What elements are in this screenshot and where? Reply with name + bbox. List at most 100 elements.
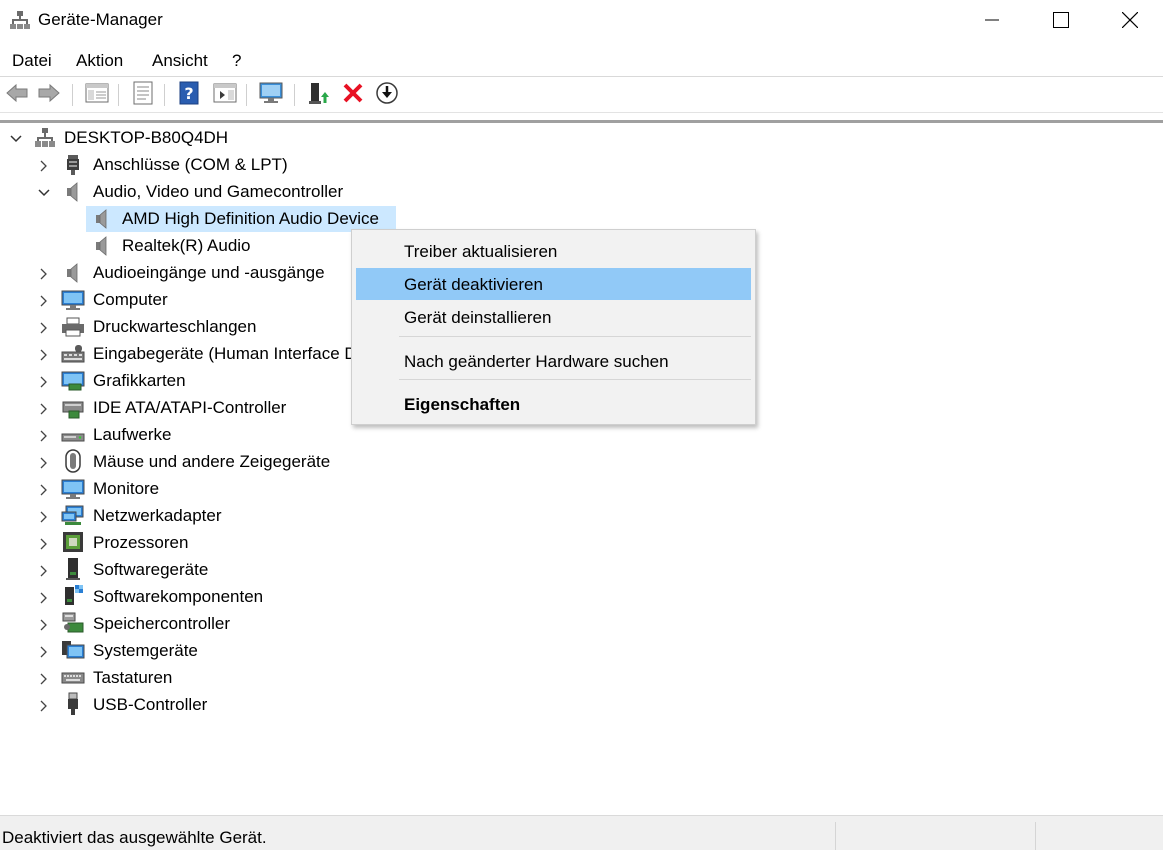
chevron-right-icon[interactable] (38, 295, 50, 307)
tree-category-label: Computer (93, 290, 168, 309)
tree-category-mice[interactable]: Mäuse und andere Zeigegeräte (0, 449, 360, 476)
chevron-right-icon[interactable] (38, 511, 50, 523)
chevron-right-icon[interactable] (38, 160, 50, 172)
action-pane-button[interactable] (212, 82, 238, 108)
tree-category-ide[interactable]: IDE ATA/ATAPI-Controller (0, 395, 300, 422)
chevron-right-icon[interactable] (38, 349, 50, 361)
tree-category-computer[interactable]: Computer (0, 287, 200, 314)
forward-button[interactable] (36, 82, 62, 108)
tree-category-hid[interactable]: Eingabegeräte (Human Interface D (0, 341, 351, 368)
chevron-right-icon[interactable] (38, 619, 50, 631)
chevron-down-icon[interactable] (10, 133, 22, 145)
chevron-right-icon[interactable] (38, 565, 50, 577)
close-button[interactable] (1096, 0, 1163, 40)
tree-category-software-components[interactable]: Softwarekomponenten (0, 584, 300, 611)
back-arrow-icon (5, 83, 29, 108)
content-border (0, 120, 1163, 123)
tree-root-label: DESKTOP-B80Q4DH (64, 128, 229, 147)
tree-category-label: IDE ATA/ATAPI-Controller (93, 398, 287, 417)
toolbar-separator (164, 84, 165, 106)
chevron-right-icon[interactable] (38, 376, 50, 388)
chevron-right-icon[interactable] (38, 673, 50, 685)
console-tree-icon (85, 82, 109, 109)
menu-help[interactable]: ? (232, 51, 241, 71)
chevron-right-icon[interactable] (38, 538, 50, 550)
tree-category-keyboards[interactable]: Tastaturen (0, 665, 200, 692)
show-hide-console-tree-button[interactable] (84, 82, 110, 108)
chevron-right-icon[interactable] (38, 322, 50, 334)
chevron-right-icon[interactable] (38, 484, 50, 496)
ctx-separator (399, 336, 751, 337)
red-x-icon (342, 82, 364, 109)
mouse-icon (61, 449, 85, 473)
speaker-icon (90, 208, 114, 230)
menu-ansicht[interactable]: Ansicht (152, 51, 208, 71)
menu-bar: Datei Aktion Ansicht ? (0, 46, 1163, 74)
tree-category-drives[interactable]: Laufwerke (0, 422, 200, 449)
tree-category-label: Laufwerke (93, 425, 172, 444)
help-icon: ? (178, 81, 200, 110)
tree-device-realtek-audio[interactable]: Realtek(R) Audio (86, 233, 336, 260)
maximize-button[interactable] (1027, 0, 1095, 40)
tree-category-label: Tastaturen (93, 668, 173, 687)
toolbar-divider (0, 76, 1163, 77)
chevron-right-icon[interactable] (38, 700, 50, 712)
chevron-right-icon[interactable] (38, 403, 50, 415)
ctx-scan-hardware[interactable]: Nach geänderter Hardware suchen (356, 345, 751, 377)
update-driver-button[interactable] (306, 82, 332, 108)
tree-category-anschluesse[interactable]: Anschlüsse (COM & LPT) (0, 152, 340, 179)
properties-button[interactable] (130, 81, 156, 108)
uninstall-device-button[interactable] (340, 82, 366, 108)
port-icon (61, 154, 85, 176)
status-bar: Deaktiviert das ausgewählte Gerät. (0, 815, 1163, 850)
action-pane-icon (213, 82, 237, 109)
tree-category-print-queues[interactable]: Druckwarteschlangen (0, 314, 300, 341)
monitor-icon (61, 478, 85, 500)
tree-category-label: Eingabegeräte (Human Interface D (93, 344, 351, 363)
tree-category-software-devices[interactable]: Softwaregeräte (0, 557, 240, 584)
drive-icon (61, 424, 85, 446)
tree-category-processors[interactable]: Prozessoren (0, 530, 220, 557)
tree-category-audio-video[interactable]: Audio, Video und Gamecontroller (0, 179, 360, 206)
toolbar: ? (0, 78, 1163, 112)
ide-controller-icon (61, 397, 85, 419)
tree-category-audio-io[interactable]: Audioeingänge und -ausgänge (0, 260, 350, 287)
status-divider (835, 822, 836, 850)
tree-category-system-devices[interactable]: Systemgeräte (0, 638, 230, 665)
speaker-icon (61, 262, 85, 284)
ctx-item-label: Treiber aktualisieren (404, 242, 558, 261)
tree-category-label: Speichercontroller (93, 614, 231, 633)
ctx-properties[interactable]: Eigenschaften (356, 388, 751, 420)
tree-category-label: Netzwerkadapter (93, 506, 222, 525)
chevron-right-icon[interactable] (38, 592, 50, 604)
network-icon (61, 505, 85, 527)
ctx-update-driver[interactable]: Treiber aktualisieren (356, 235, 751, 267)
tree-category-storage-controllers[interactable]: Speichercontroller (0, 611, 260, 638)
menu-datei[interactable]: Datei (12, 51, 52, 71)
tree-category-label: Audio, Video und Gamecontroller (93, 182, 344, 201)
chevron-right-icon[interactable] (38, 268, 50, 280)
chevron-right-icon[interactable] (38, 457, 50, 469)
minimize-button[interactable] (958, 0, 1026, 40)
disable-device-button[interactable] (374, 81, 400, 110)
tree-category-display-adapters[interactable]: Grafikkarten (0, 368, 220, 395)
software-component-icon (61, 585, 85, 607)
tree-category-label: Grafikkarten (93, 371, 186, 390)
scan-hardware-button[interactable] (258, 82, 284, 108)
chevron-right-icon[interactable] (38, 430, 50, 442)
tree-root[interactable]: DESKTOP-B80Q4DH (0, 125, 300, 152)
tree-category-monitors[interactable]: Monitore (0, 476, 200, 503)
toolbar-separator (294, 84, 295, 106)
download-circle-icon (375, 81, 399, 110)
menu-aktion[interactable]: Aktion (76, 51, 123, 71)
tree-device-amd-audio[interactable]: AMD High Definition Audio Device (86, 206, 396, 233)
ctx-disable-device[interactable]: Gerät deaktivieren (356, 268, 751, 300)
back-button[interactable] (4, 82, 30, 108)
chevron-down-icon[interactable] (38, 187, 50, 199)
tree-category-network[interactable]: Netzwerkadapter (0, 503, 250, 530)
chevron-right-icon[interactable] (38, 646, 50, 658)
tree-category-usb[interactable]: USB-Controller (0, 692, 220, 719)
help-button[interactable]: ? (176, 81, 202, 110)
ctx-item-label: Gerät deaktivieren (404, 275, 543, 294)
ctx-uninstall-device[interactable]: Gerät deinstallieren (356, 301, 751, 333)
